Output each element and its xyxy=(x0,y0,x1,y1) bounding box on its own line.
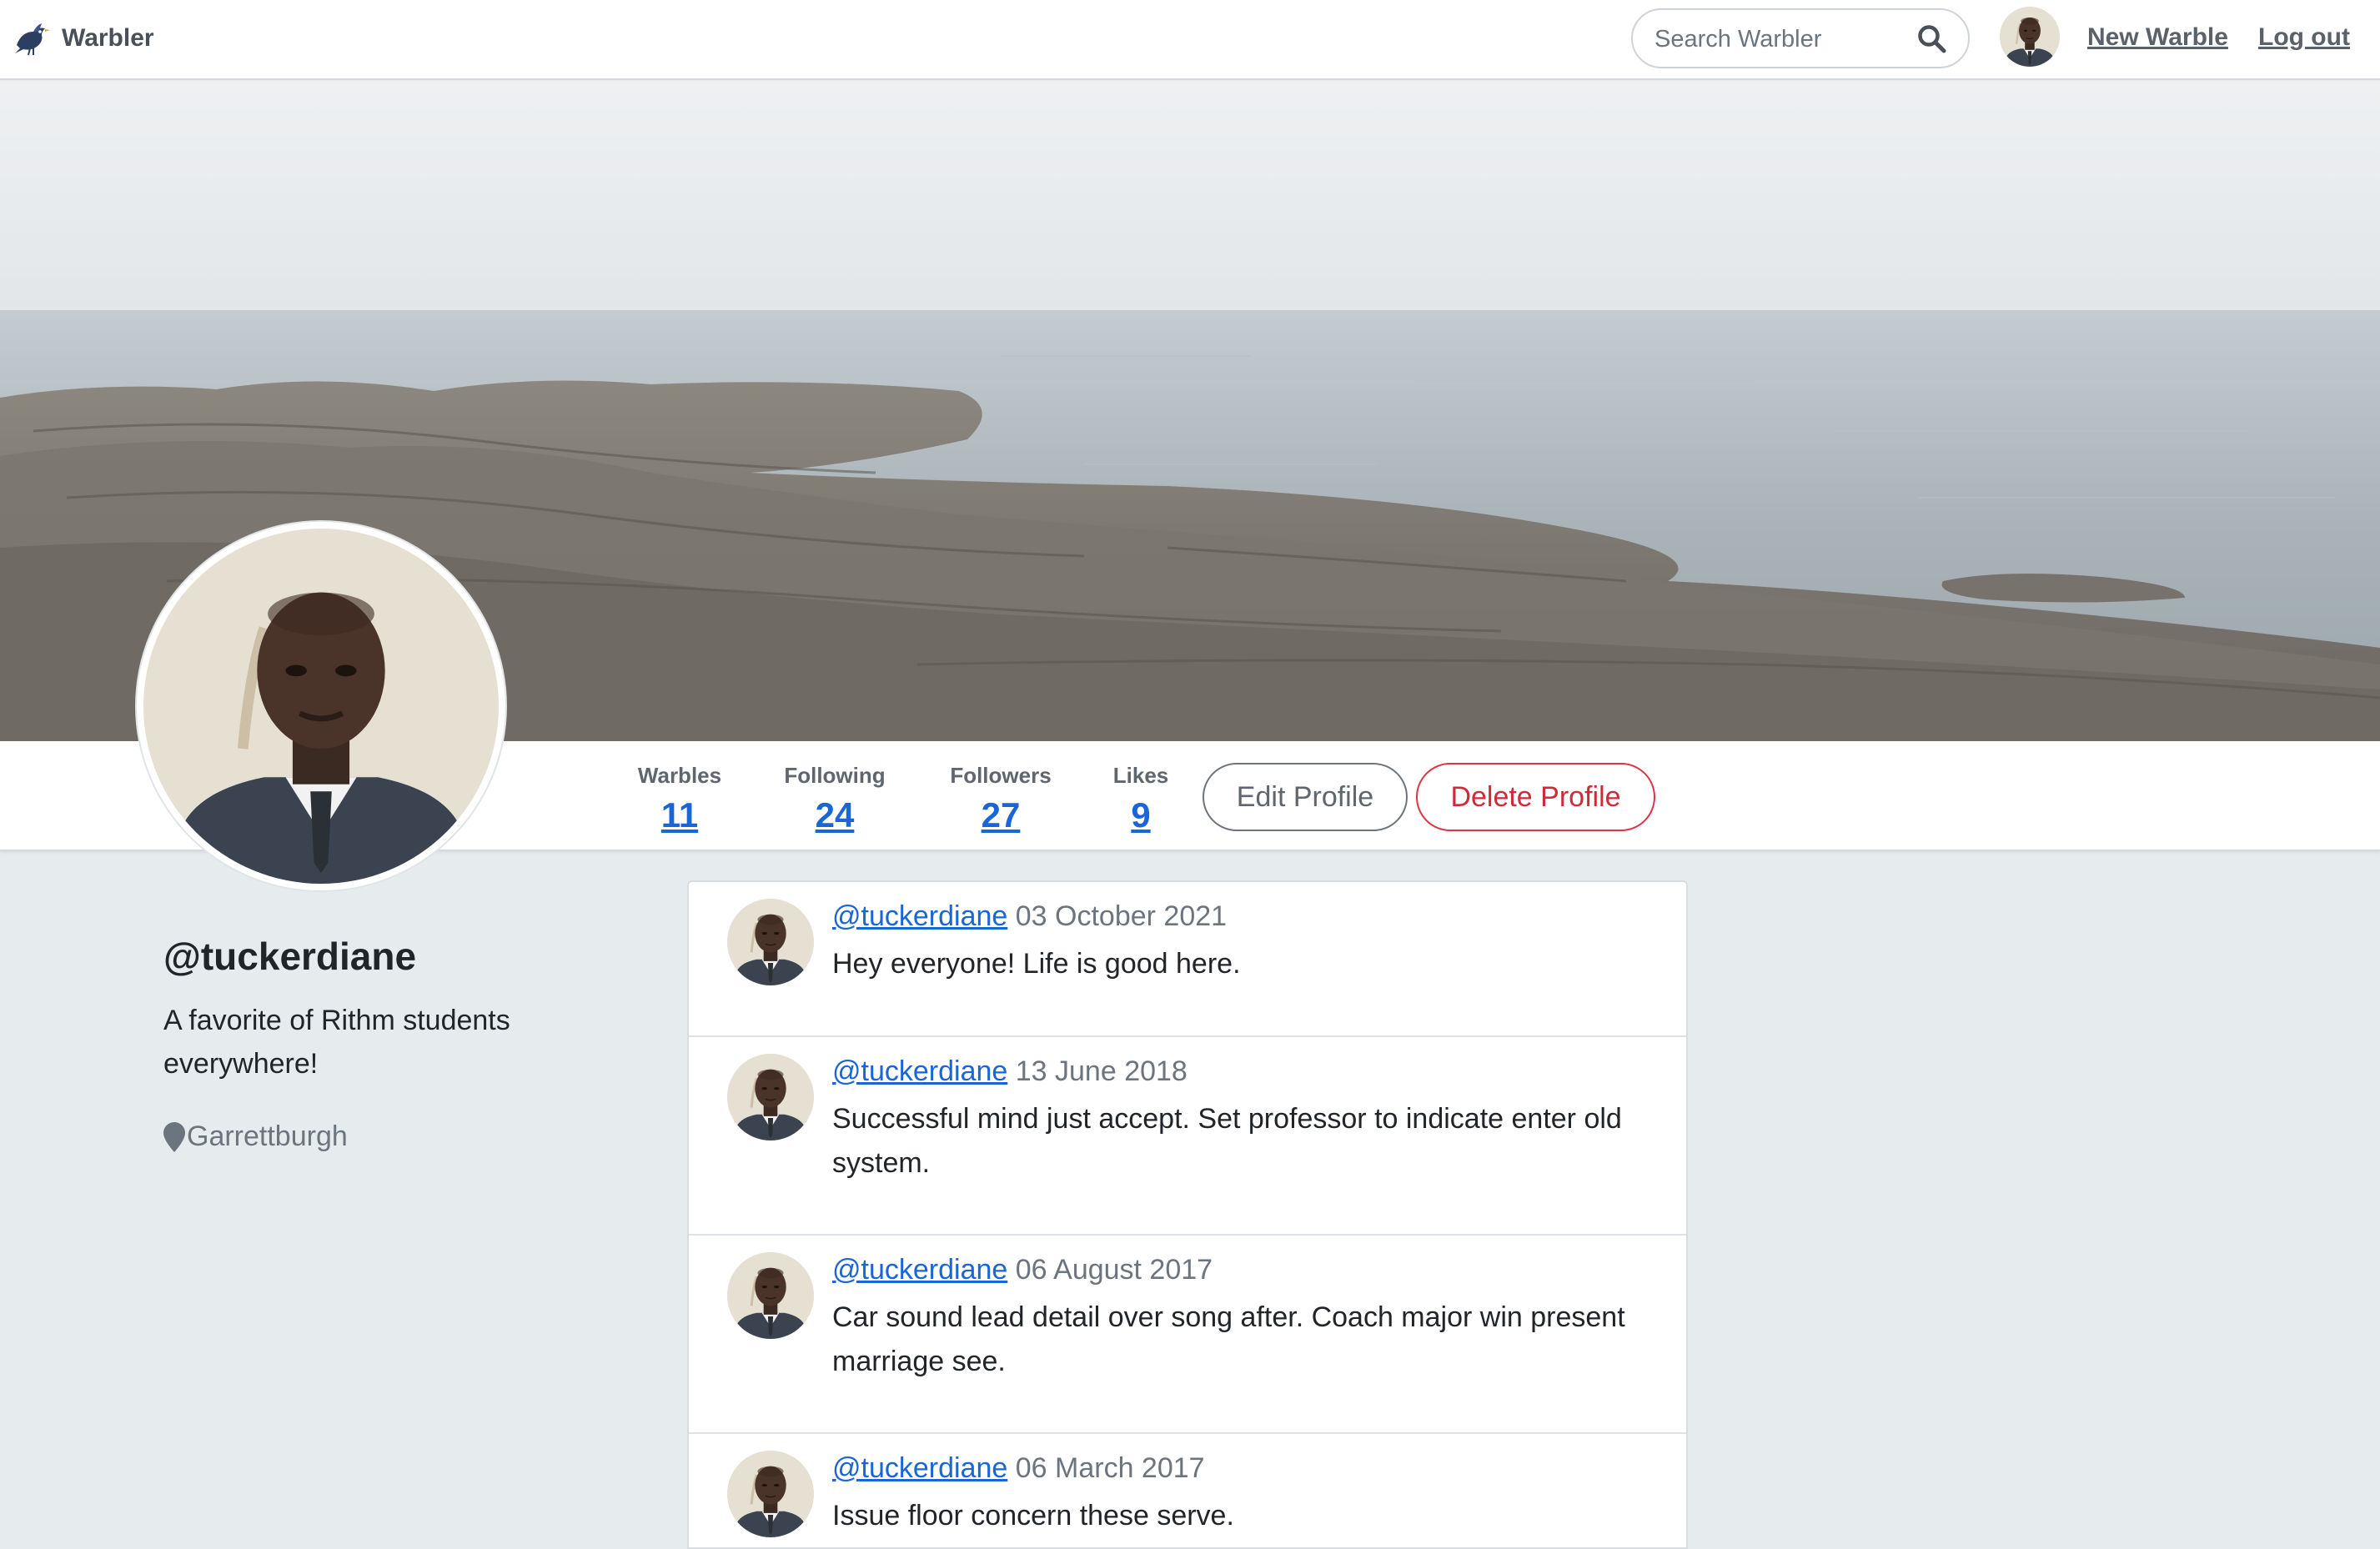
stat-label: Followers xyxy=(950,763,1052,788)
message-avatar-image xyxy=(727,1451,814,1537)
brand-link[interactable]: Warbler xyxy=(13,17,154,60)
stat-label: Warbles xyxy=(637,763,722,788)
message-item[interactable]: @tuckerdiane 06 March 2017 Issue floor c… xyxy=(689,1434,1686,1547)
profile-username: @tuckerdiane xyxy=(163,935,417,978)
message-header: @tuckerdiane 03 October 2021 xyxy=(832,900,1227,933)
message-text: Successful mind just accept. Set profess… xyxy=(832,1103,1622,1179)
message-header: @tuckerdiane 13 June 2018 xyxy=(832,1055,1187,1088)
message-avatar[interactable] xyxy=(727,1451,814,1537)
message-avatar-image xyxy=(727,1054,814,1140)
message-avatar-image xyxy=(727,1252,814,1339)
stat-label: Likes xyxy=(1112,763,1169,788)
profile-bio: A favorite of Rithm students everywhere! xyxy=(163,1005,510,1080)
message-date: 03 October 2021 xyxy=(1015,900,1228,932)
profile-avatar xyxy=(137,522,505,890)
message-date: 06 August 2017 xyxy=(1015,1254,1213,1286)
message-header: @tuckerdiane 06 March 2017 xyxy=(832,1452,1205,1485)
message-avatar[interactable] xyxy=(727,1054,814,1140)
navbar: Warbler New Warble Log out xyxy=(0,0,2380,80)
search-form xyxy=(1631,8,1970,68)
message-date: 13 June 2018 xyxy=(1015,1055,1187,1087)
profile-avatar-image xyxy=(143,529,499,884)
search-input[interactable] xyxy=(1654,23,1905,55)
message-text: Car sound lead detail over song after. C… xyxy=(832,1301,1625,1377)
message-text: Hey everyone! Life is good here. xyxy=(832,948,1241,980)
stat-value-likes[interactable]: 9 xyxy=(1109,795,1172,835)
stat-following: Following 24 xyxy=(779,763,891,835)
location-text: Garrettburgh xyxy=(187,1120,348,1152)
stat-followers: Followers 27 xyxy=(944,763,1057,835)
logout-link[interactable]: Log out xyxy=(2258,23,2350,52)
message-username-link[interactable]: @tuckerdiane xyxy=(832,1055,1007,1087)
message-username-link[interactable]: @tuckerdiane xyxy=(832,1254,1007,1286)
message-header: @tuckerdiane 06 August 2017 xyxy=(832,1254,1213,1286)
message-avatar[interactable] xyxy=(727,899,814,985)
new-warble-link[interactable]: New Warble xyxy=(2087,23,2228,52)
search-icon xyxy=(1918,25,1946,53)
delete-profile-button[interactable]: Delete Profile xyxy=(1416,763,1655,831)
stat-value-warbles[interactable]: 11 xyxy=(631,795,728,835)
edit-profile-button[interactable]: Edit Profile xyxy=(1203,763,1408,831)
stat-warbles: Warbles 11 xyxy=(631,763,728,835)
messages-list: @tuckerdiane 03 October 2021 Hey everyon… xyxy=(687,880,1688,1549)
message-item[interactable]: @tuckerdiane 06 August 2017 Car sound le… xyxy=(689,1236,1686,1434)
profile-location: Garrettburgh xyxy=(163,1120,348,1153)
warbler-bird-icon xyxy=(15,23,50,56)
message-item[interactable]: @tuckerdiane 13 June 2018 Successful min… xyxy=(689,1037,1686,1236)
stat-value-followers[interactable]: 27 xyxy=(944,795,1057,835)
search-button[interactable] xyxy=(1915,22,1950,57)
stat-likes: Likes 9 xyxy=(1109,763,1172,835)
message-avatar-image xyxy=(727,899,814,985)
stat-value-following[interactable]: 24 xyxy=(779,795,891,835)
message-date: 06 March 2017 xyxy=(1015,1452,1205,1484)
message-item[interactable]: @tuckerdiane 03 October 2021 Hey everyon… xyxy=(689,882,1686,1037)
nav-avatar[interactable] xyxy=(2000,7,2060,67)
map-pin-icon xyxy=(163,1121,185,1152)
user-avatar-image xyxy=(2000,7,2060,67)
message-avatar[interactable] xyxy=(727,1252,814,1339)
stat-label: Following xyxy=(784,763,886,788)
message-text: Issue floor concern these serve. xyxy=(832,1500,1234,1531)
brand-name: Warbler xyxy=(62,24,154,52)
message-username-link[interactable]: @tuckerdiane xyxy=(832,900,1007,932)
message-username-link[interactable]: @tuckerdiane xyxy=(832,1452,1007,1484)
